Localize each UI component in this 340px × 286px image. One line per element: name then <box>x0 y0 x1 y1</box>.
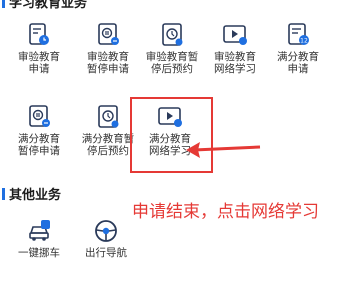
tile-label: 审验教育 申请 <box>18 51 60 75</box>
tile-full-edu-resume-booking[interactable]: 满分教育暂 停后预约 <box>78 104 138 157</box>
document-12-icon: 12 <box>285 22 311 48</box>
tile-review-edu-apply[interactable]: 审验教育 申请 <box>9 22 69 75</box>
tile-move-car[interactable]: 一键挪车 <box>9 218 69 259</box>
tile-label: 出行导航 <box>85 247 127 259</box>
tile-label: 满分教育 暂停申请 <box>18 133 60 157</box>
tile-full-edu-apply[interactable]: 12 满分教育 申请 <box>268 22 328 75</box>
document-pause-icon <box>26 104 52 130</box>
car-move-icon <box>26 218 52 244</box>
study-section-title: 学习教育业务 <box>2 0 87 12</box>
document-calendar-icon <box>95 104 121 130</box>
tile-review-edu-pause-apply[interactable]: 审验教育 暂停申请 <box>78 22 138 75</box>
tile-label: 审验教育 暂停申请 <box>87 51 129 75</box>
tile-label: 审验教育 网络学习 <box>214 51 256 75</box>
study-section-title-text: 学习教育业务 <box>9 0 88 11</box>
other-section-title: 其他业务 <box>2 188 61 204</box>
tile-label: 一键挪车 <box>18 247 60 259</box>
video-play-icon <box>222 22 248 48</box>
tile-travel-navigation[interactable]: 出行导航 <box>76 218 136 259</box>
document-clock-icon <box>26 22 52 48</box>
document-calendar-icon <box>159 22 185 48</box>
tile-full-edu-pause-apply[interactable]: 满分教育 暂停申请 <box>9 104 69 157</box>
annotation-text: 申请结束，点击网络学习 <box>132 202 319 222</box>
tile-label: 审验教育暂 停后预约 <box>145 51 199 75</box>
tile-label: 满分教育 申请 <box>277 51 319 75</box>
tile-label: 满分教育暂 停后预约 <box>81 133 135 157</box>
tile-review-edu-online-study[interactable]: 审验教育 网络学习 <box>205 22 265 75</box>
svg-text:12: 12 <box>300 38 308 45</box>
steering-wheel-icon <box>93 218 119 244</box>
red-arrow-icon <box>186 142 261 158</box>
section-accent-bar <box>2 188 5 200</box>
tile-review-edu-resume-booking[interactable]: 审验教育暂 停后预约 <box>142 22 202 75</box>
document-pause-icon <box>95 22 121 48</box>
other-section-title-text: 其他业务 <box>9 188 62 203</box>
section-accent-bar <box>2 0 5 8</box>
